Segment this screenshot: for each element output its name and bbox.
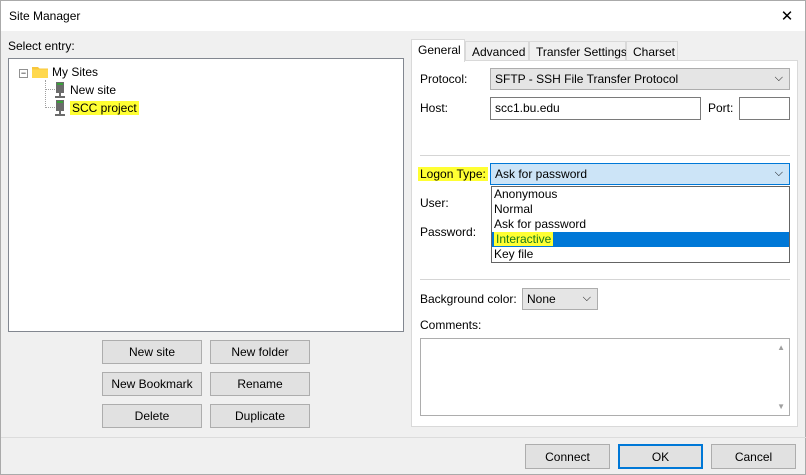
new-bookmark-button[interactable]: New Bookmark	[102, 372, 202, 396]
logon-type-dropdown: Anonymous Normal Ask for password Intera…	[491, 186, 790, 263]
separator	[420, 155, 790, 156]
protocol-select[interactable]: SFTP - SSH File Transfer Protocol ⌵	[490, 68, 790, 90]
logon-option-normal[interactable]: Normal	[492, 202, 789, 217]
scroll-up-icon[interactable]: ▲	[777, 343, 785, 352]
new-site-button[interactable]: New site	[102, 340, 202, 364]
user-label: User:	[420, 196, 449, 210]
site-tree[interactable]: − My Sites New site SCC project	[8, 58, 404, 332]
logon-option-key-file[interactable]: Key file	[492, 247, 789, 262]
folder-icon	[32, 67, 48, 78]
comments-label: Comments:	[420, 318, 482, 332]
window-title: Site Manager	[9, 9, 81, 23]
chevron-down-icon: ⌵	[582, 292, 591, 304]
logon-type-label: Logon Type:	[418, 167, 488, 181]
scroll-down-icon[interactable]: ▼	[777, 402, 785, 411]
close-icon[interactable]: ✕	[769, 1, 805, 31]
logon-option-ask-for-password[interactable]: Ask for password	[492, 217, 789, 232]
tree-item-label: SCC project	[70, 101, 139, 115]
select-entry-label: Select entry:	[8, 39, 75, 53]
new-folder-button[interactable]: New folder	[210, 340, 310, 364]
rename-button[interactable]: Rename	[210, 372, 310, 396]
background-color-value: None	[527, 292, 556, 306]
separator	[420, 279, 790, 280]
protocol-value: SFTP - SSH File Transfer Protocol	[495, 72, 679, 86]
delete-button[interactable]: Delete	[102, 404, 202, 428]
chevron-down-icon: ⌵	[774, 167, 783, 179]
logon-option-interactive[interactable]: Interactive	[492, 232, 789, 247]
ok-button[interactable]: OK	[618, 444, 703, 469]
password-label: Password:	[420, 225, 477, 239]
port-input[interactable]	[739, 97, 790, 120]
site-manager-window: Site Manager ✕ Select entry: − My Sites …	[0, 0, 806, 475]
title-bar: Site Manager ✕	[1, 1, 805, 31]
chevron-down-icon: ⌵	[774, 72, 783, 84]
logon-type-value: Ask for password	[495, 167, 588, 181]
tree-item-new-site[interactable]: New site	[54, 81, 116, 99]
background-color-label: Background color:	[420, 292, 517, 306]
protocol-label: Protocol:	[420, 72, 468, 86]
cancel-button[interactable]: Cancel	[711, 444, 796, 469]
connect-button[interactable]: Connect	[525, 444, 610, 469]
footer-divider	[1, 437, 806, 438]
tree-item-scc-project[interactable]: SCC project	[54, 99, 139, 117]
collapse-icon[interactable]: −	[19, 69, 28, 78]
comments-textarea[interactable]: ▲ ▼	[420, 338, 790, 416]
tree-root-label: My Sites	[52, 65, 99, 79]
server-icon	[55, 82, 65, 98]
tab-advanced[interactable]: Advanced	[465, 41, 529, 61]
host-label: Host:	[420, 101, 449, 115]
logon-option-interactive-label: Interactive	[494, 232, 554, 246]
logon-option-anonymous[interactable]: Anonymous	[492, 187, 789, 202]
background-color-select[interactable]: None ⌵	[522, 288, 598, 310]
tree-root-my-sites[interactable]: My Sites	[32, 63, 98, 81]
duplicate-button[interactable]: Duplicate	[210, 404, 310, 428]
logon-type-select[interactable]: Ask for password ⌵	[490, 163, 790, 185]
tab-transfer-settings[interactable]: Transfer Settings	[529, 41, 627, 61]
host-input[interactable]: scc1.bu.edu	[490, 97, 701, 120]
tab-charset[interactable]: Charset	[626, 41, 678, 61]
tab-general[interactable]: General	[411, 39, 465, 62]
tree-connector	[45, 80, 46, 108]
tree-item-label: New site	[70, 83, 117, 97]
server-icon	[55, 100, 65, 116]
port-label: Port:	[708, 101, 734, 115]
